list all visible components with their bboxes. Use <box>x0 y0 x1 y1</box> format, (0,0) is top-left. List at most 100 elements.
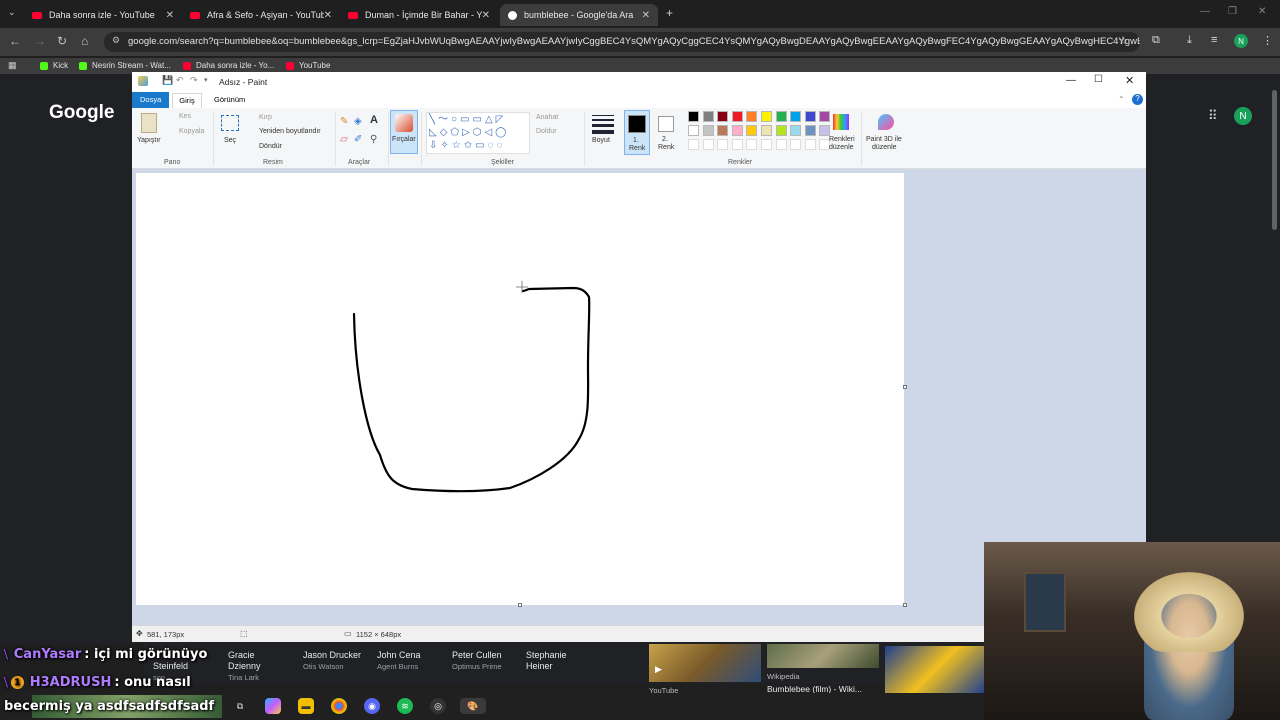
palette-swatch[interactable] <box>761 125 772 136</box>
size-icon[interactable] <box>592 115 614 134</box>
cast-card[interactable]: John Cena Agent Burns <box>377 650 421 672</box>
paint3d-line1[interactable]: Paint 3D ile <box>866 136 902 143</box>
palette-swatch[interactable] <box>746 111 758 122</box>
color2-button[interactable]: 2. Renk <box>654 110 680 155</box>
reload-icon[interactable]: ↻ <box>57 34 67 48</box>
download-icon[interactable]: ⤓ <box>1187 34 1192 47</box>
cast-card[interactable]: Jason Drucker Otis Watson <box>303 650 361 672</box>
tab-view[interactable]: Görünüm <box>214 95 245 104</box>
palette-swatch[interactable] <box>775 125 787 136</box>
copilot-icon[interactable] <box>265 698 281 714</box>
image-thumbnail[interactable] <box>767 644 879 668</box>
discord-icon[interactable]: ◉ <box>364 698 380 714</box>
edit-colors-line1[interactable]: Renkleri <box>829 136 855 143</box>
tab-search-icon[interactable]: ⌄ <box>8 7 16 18</box>
eraser-icon[interactable]: ▱ <box>340 134 348 145</box>
bookmark-item[interactable]: YouTube <box>286 61 330 70</box>
palette-swatch[interactable] <box>688 111 699 122</box>
google-account-avatar[interactable]: N <box>1234 107 1252 125</box>
site-info-icon[interactable]: ⚙ <box>112 35 120 46</box>
browser-tab[interactable]: Duman - İçimde Bir Bahar - Yo... ✕ <box>340 4 498 26</box>
edit-colors-line2[interactable]: düzenle <box>829 144 854 151</box>
edit-colors-icon[interactable] <box>833 114 849 130</box>
chrome-icon[interactable] <box>331 698 347 714</box>
shapes-gallery[interactable]: ╲〜○▭▭△◸ ◺◇⬠▷⬡◁◯ ⇩✧☆✩▭◌◌ <box>426 112 530 154</box>
menu-icon[interactable]: ⋮ <box>1262 34 1273 47</box>
custom-color-slot[interactable] <box>731 139 743 150</box>
video-thumbnail[interactable]: ▶ <box>649 644 761 682</box>
obs-icon[interactable]: ◎ <box>430 698 446 714</box>
apps-icon[interactable]: ▦ <box>8 60 17 71</box>
palette-swatch[interactable] <box>702 125 714 136</box>
cut-button[interactable]: Kes <box>179 113 191 120</box>
palette-swatch[interactable] <box>775 111 787 122</box>
paint3d-icon[interactable] <box>878 114 894 130</box>
crop-button[interactable]: Kırp <box>259 114 272 121</box>
close-window-icon[interactable]: ✕ <box>1125 74 1134 87</box>
help-icon[interactable]: ? <box>1132 94 1143 105</box>
browser-tab-active[interactable]: bumblebee - Google'da Ara ✕ <box>500 4 658 26</box>
palette-swatch[interactable] <box>819 111 831 122</box>
custom-color-slot[interactable] <box>688 139 699 150</box>
select-button[interactable]: Seç <box>224 137 236 144</box>
image-thumbnail[interactable] <box>885 646 984 694</box>
spotify-icon[interactable]: ≋ <box>397 698 413 714</box>
copy-button[interactable]: Kopyala <box>179 128 204 135</box>
magnifier-icon[interactable]: ⚲ <box>370 134 377 145</box>
bookmark-item[interactable]: Kick <box>40 61 68 70</box>
custom-color-slot[interactable] <box>790 139 802 150</box>
fill-button[interactable]: Doldur <box>536 128 557 135</box>
file-explorer-icon[interactable]: ▬ <box>298 698 314 714</box>
custom-color-slot[interactable] <box>775 139 787 150</box>
browser-tab[interactable]: Afra & Sefo - Aşiyan - YouTube ✕ <box>182 4 340 26</box>
bookmark-star-icon[interactable]: ☆ <box>1118 34 1128 47</box>
browser-tab[interactable]: Daha sonra izle - YouTube ✕ <box>24 4 182 26</box>
outline-button[interactable]: Anahat <box>536 114 558 121</box>
new-tab-button[interactable]: + <box>666 6 673 20</box>
palette-swatch[interactable] <box>746 125 758 136</box>
cast-card[interactable]: Peter Cullen Optimus Prime <box>452 650 502 672</box>
resize-button[interactable]: Yeniden boyutlandır <box>259 128 321 135</box>
palette-swatch[interactable] <box>790 111 802 122</box>
select-icon[interactable] <box>221 115 239 131</box>
size-button[interactable]: Boyut <box>592 137 610 144</box>
address-bar[interactable]: ⚙ google.com/search?q=bumblebee&oq=bumbl… <box>104 32 1140 52</box>
forward-icon[interactable]: → <box>34 34 46 48</box>
bookmark-item[interactable]: Nesrin Stream - Wat... <box>79 61 171 70</box>
close-tab-icon[interactable]: ✕ <box>166 10 174 21</box>
quick-access-dropdown-icon[interactable]: ▾ <box>204 76 208 84</box>
cast-card[interactable]: Gracie Dzienny Tina Lark <box>228 650 288 683</box>
google-logo[interactable]: Google <box>49 102 114 124</box>
rotate-button[interactable]: Döndür <box>259 143 282 150</box>
cast-card[interactable]: Stephanie Heiner <box>526 650 586 672</box>
palette-swatch[interactable] <box>717 111 729 122</box>
palette-swatch[interactable] <box>702 111 714 122</box>
text-tool[interactable]: A <box>370 114 378 126</box>
maximize-icon[interactable]: ☐ <box>1094 74 1103 85</box>
tab-home[interactable]: Giriş <box>172 93 202 108</box>
close-window-icon[interactable]: ✕ <box>1258 6 1266 17</box>
tab-file[interactable]: Dosya <box>132 92 169 108</box>
palette-swatch[interactable] <box>804 111 816 122</box>
palette-swatch[interactable] <box>790 125 802 136</box>
custom-color-slot[interactable] <box>761 139 772 150</box>
resize-handle-bottom[interactable] <box>518 603 522 607</box>
bookmark-item[interactable]: Daha sonra izle - Yo... <box>183 61 274 70</box>
resize-handle-right[interactable] <box>903 385 907 389</box>
paint3d-line2[interactable]: düzenle <box>872 144 897 151</box>
pencil-icon[interactable]: ✎ <box>340 116 348 127</box>
palette-swatch[interactable] <box>731 125 743 136</box>
back-icon[interactable]: ← <box>9 34 21 48</box>
task-view-icon[interactable]: ⧉ <box>232 698 248 714</box>
page-scrollbar[interactable] <box>1272 90 1277 230</box>
close-tab-icon[interactable]: ✕ <box>324 10 332 21</box>
home-icon[interactable]: ⌂ <box>81 34 88 48</box>
custom-color-slot[interactable] <box>804 139 816 150</box>
media-icon[interactable]: ≡ <box>1211 34 1217 46</box>
save-icon[interactable]: 💾 <box>162 75 173 86</box>
palette-swatch[interactable] <box>731 111 743 122</box>
custom-color-slot[interactable] <box>702 139 714 150</box>
color1-button[interactable]: 1. Renk <box>624 110 650 155</box>
restore-icon[interactable]: ❐ <box>1228 6 1237 17</box>
brushes-button[interactable]: Fırçalar <box>390 110 418 154</box>
